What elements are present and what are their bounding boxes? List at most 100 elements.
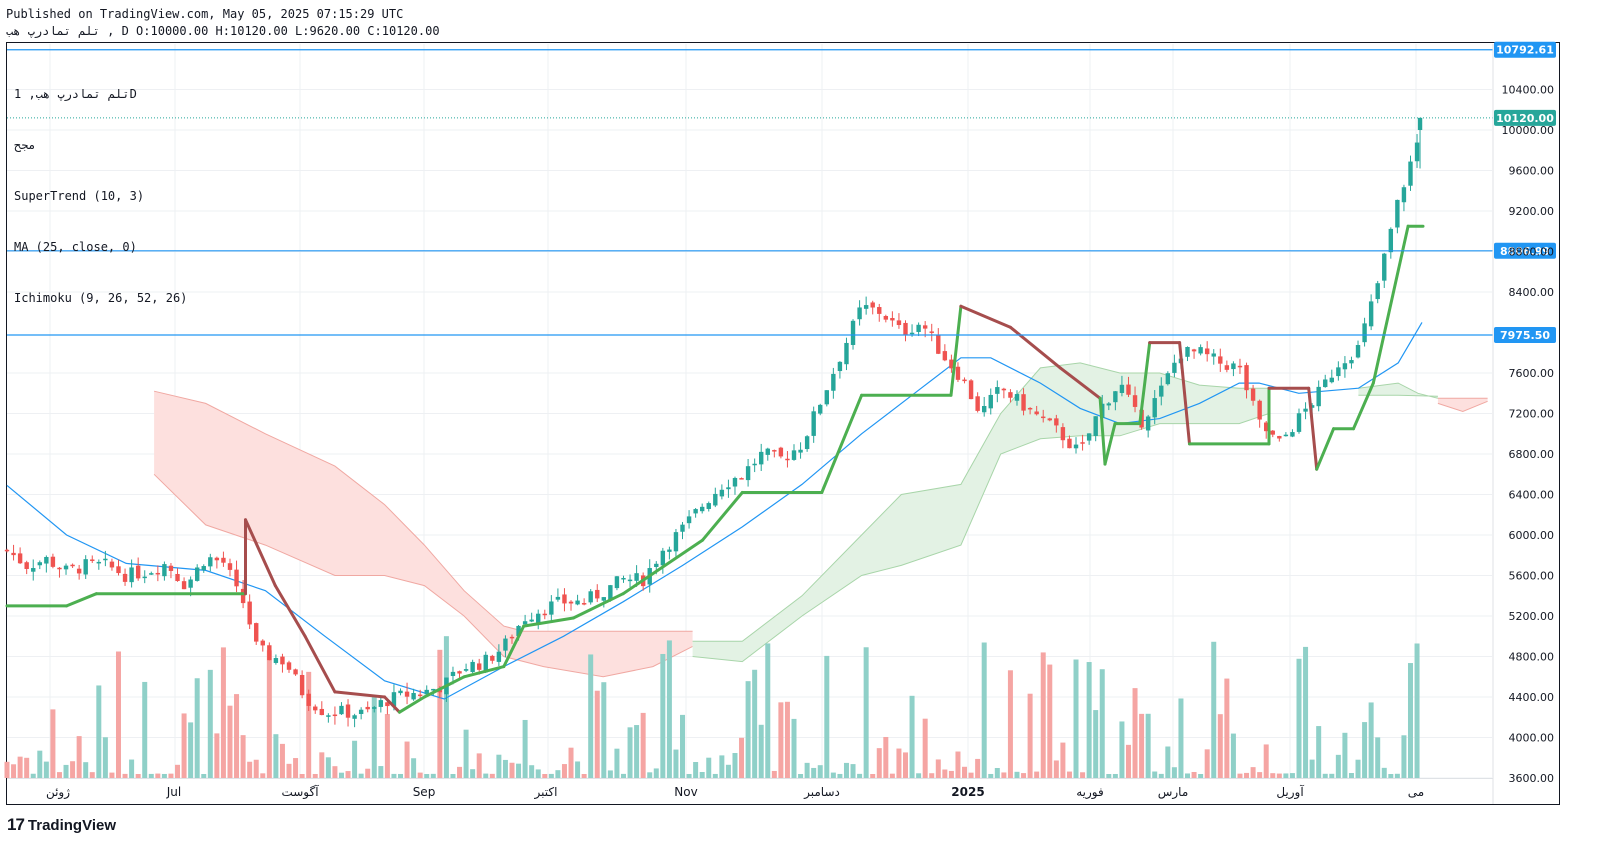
- y-tick-label: 10400.00: [1502, 84, 1555, 97]
- candle-body: [673, 532, 679, 552]
- volume-bar: [896, 748, 902, 778]
- volume-bar: [253, 759, 259, 778]
- candle-body: [732, 477, 738, 487]
- candle-body: [693, 509, 698, 514]
- legend-ichimoku[interactable]: Ichimoku (9, 26, 52, 26): [14, 290, 187, 307]
- volume-bar: [1001, 772, 1007, 778]
- volume-bar: [430, 773, 436, 778]
- legend-supertrend[interactable]: SuperTrend (10, 3): [14, 188, 187, 205]
- candle-body: [116, 566, 121, 574]
- candle-body: [818, 404, 823, 414]
- volume-bar: [260, 773, 266, 778]
- volume-bar: [1007, 670, 1013, 778]
- volume-bar: [437, 649, 443, 778]
- candle-body: [1093, 416, 1098, 436]
- x-tick-label: می: [1408, 785, 1424, 799]
- candle-body: [581, 603, 587, 605]
- candle-body: [286, 662, 292, 670]
- volume-bar: [745, 681, 751, 778]
- volume-bar: [686, 773, 692, 778]
- volume-bar: [411, 758, 417, 778]
- candle-body: [844, 342, 849, 365]
- indicator-legend: تلم تمادرپ هب, 1D مجح SuperTrend (10, 3)…: [14, 52, 187, 324]
- candle-body: [811, 411, 816, 436]
- candle-body: [1368, 301, 1374, 327]
- candle-body: [1355, 345, 1361, 358]
- candle-body: [109, 561, 115, 568]
- horizontal-lines[interactable]: 10792.618806.997975.5010120.00: [7, 41, 1556, 343]
- candle-body: [1257, 400, 1262, 420]
- volume-bar: [319, 752, 325, 778]
- volume-bar: [476, 753, 482, 778]
- legend-ma[interactable]: MA (25, close, 0): [14, 239, 187, 256]
- candle-body: [247, 601, 252, 625]
- candle-body: [804, 436, 810, 450]
- candle-body: [365, 706, 370, 710]
- volume-bar: [299, 773, 305, 778]
- volume-bar: [83, 762, 89, 778]
- legend-volume[interactable]: مجح: [14, 137, 187, 154]
- candle-body: [1382, 253, 1387, 281]
- candle-body: [1224, 365, 1230, 370]
- legend-symbol[interactable]: تلم تمادرپ هب, 1D: [14, 86, 187, 103]
- volume-bar: [463, 729, 469, 778]
- candle-body: [208, 557, 213, 567]
- volume-bar: [1021, 773, 1027, 778]
- volume-bar: [1027, 693, 1033, 778]
- volume-bar: [332, 766, 338, 778]
- candle-body: [417, 694, 423, 697]
- candle-body: [877, 307, 882, 314]
- candle-body: [372, 707, 377, 709]
- volume-bar: [1171, 767, 1177, 778]
- volume-bar: [817, 765, 823, 778]
- volume-bar: [620, 773, 626, 778]
- volume-bar: [948, 770, 954, 778]
- volume-bar: [457, 766, 463, 778]
- candle-body: [831, 373, 836, 391]
- x-tick-label: 2025: [951, 785, 984, 799]
- candle-body: [188, 579, 193, 588]
- candle-body: [1218, 356, 1223, 364]
- volume-bar: [942, 769, 948, 778]
- candle-body: [1080, 442, 1085, 444]
- volume-bar: [837, 773, 843, 778]
- volume-bar: [647, 772, 653, 778]
- volume-bar: [1139, 713, 1145, 778]
- volume-bar: [109, 772, 115, 778]
- price-chart[interactable]: 10792.618806.997975.5010120.00 10400.00 1…: [0, 0, 1598, 858]
- volume-bar: [1342, 732, 1348, 778]
- candle-body: [267, 645, 272, 661]
- candle-body: [916, 324, 921, 332]
- volume-bar: [975, 758, 981, 778]
- candle-body: [1395, 199, 1400, 228]
- volume-bar: [1066, 771, 1072, 778]
- y-tick-label: 8400.00: [1509, 286, 1555, 299]
- volume-bar: [1112, 773, 1118, 778]
- volume-bar: [889, 773, 895, 778]
- candle-body: [798, 449, 803, 453]
- candle-body: [1106, 403, 1112, 406]
- volume-bar: [194, 678, 200, 778]
- candle-body: [299, 674, 305, 696]
- volume-bar: [581, 774, 587, 778]
- volume-bar: [240, 735, 246, 778]
- volume-bar: [63, 764, 69, 778]
- candle-body: [1185, 346, 1190, 357]
- volume-bar: [352, 740, 358, 778]
- candle-body: [955, 366, 961, 380]
- candle-body: [942, 351, 948, 361]
- y-tick-label: 6400.00: [1509, 489, 1555, 502]
- candle-body: [24, 562, 29, 569]
- candle-body: [168, 565, 174, 571]
- volume-bar: [1257, 772, 1263, 778]
- candle-body: [1408, 161, 1413, 186]
- candle-body: [995, 387, 1000, 394]
- hline-price-label: 7975.50: [1500, 329, 1550, 342]
- y-tick-label: 6800.00: [1509, 448, 1555, 461]
- tradingview-brand[interactable]: 17 TradingView: [7, 815, 116, 835]
- volume-bar: [168, 773, 174, 778]
- volume-bar: [522, 719, 528, 778]
- x-tick-label: دسامبر: [803, 785, 840, 800]
- supertrend-segment: [949, 304, 963, 397]
- candle-body: [293, 669, 298, 675]
